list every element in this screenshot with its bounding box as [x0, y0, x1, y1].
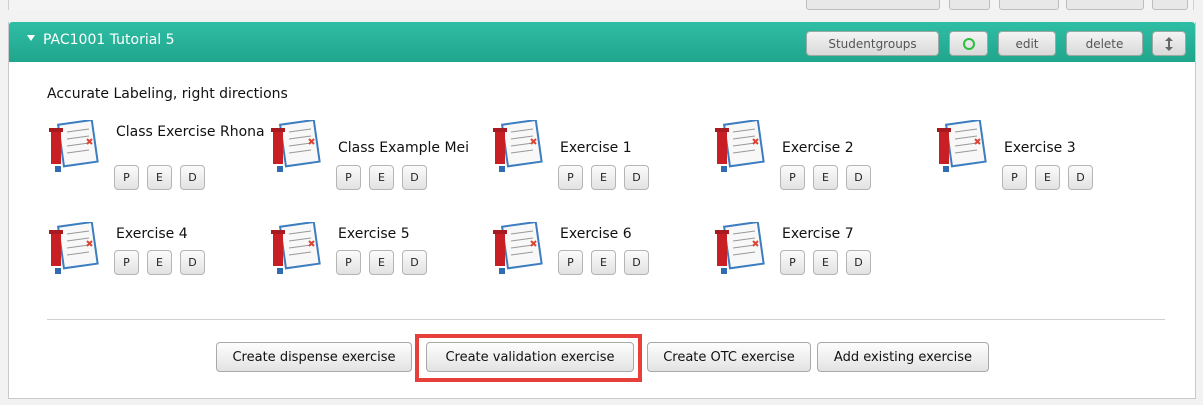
delete-exercise-button[interactable]: D — [402, 250, 427, 275]
highlight-box — [415, 334, 642, 382]
prescription-document-icon — [937, 120, 987, 172]
prescription-document-icon — [271, 120, 321, 172]
panel-title: PAC1001 Tutorial 5 — [43, 32, 175, 48]
preview-button[interactable]: P — [1002, 165, 1027, 190]
exercise-title[interactable]: Exercise 5 — [338, 226, 488, 243]
delete-exercise-button[interactable]: D — [180, 250, 205, 275]
previous-edit-button[interactable] — [999, 0, 1059, 10]
panel-header[interactable]: PAC1001 Tutorial 5 Studentgroups edit de… — [9, 22, 1195, 62]
up-down-arrow-icon — [1165, 36, 1173, 51]
green-circle-icon — [962, 37, 975, 50]
exercise-title[interactable]: Exercise 2 — [782, 140, 932, 157]
exercise-card: Class Exercise Rhona P E D — [49, 112, 269, 192]
edit-exercise-button[interactable]: E — [813, 250, 838, 275]
exercise-card: Exercise 7 P E D — [715, 214, 935, 294]
edit-exercise-button[interactable]: E — [369, 165, 394, 190]
caret-down-icon[interactable] — [27, 35, 35, 41]
add-existing-exercise-button[interactable]: Add existing exercise — [817, 342, 989, 372]
delete-exercise-button[interactable]: D — [624, 250, 649, 275]
delete-exercise-button[interactable]: D — [180, 165, 205, 190]
delete-exercise-button[interactable]: D — [402, 165, 427, 190]
exercise-title[interactable]: Class Example Mei — [338, 140, 488, 157]
delete-exercise-button[interactable]: D — [846, 165, 871, 190]
exercise-title[interactable]: Exercise 1 — [560, 140, 710, 157]
exercise-card: Exercise 5 P E D — [271, 214, 491, 294]
edit-exercise-button[interactable]: E — [591, 250, 616, 275]
edit-exercise-button[interactable]: E — [147, 250, 172, 275]
exercise-card: Exercise 2 P E D — [715, 112, 935, 192]
studentgroups-label: Studentgroups — [828, 36, 917, 51]
create-otc-exercise-button[interactable]: Create OTC exercise — [647, 342, 811, 372]
edit-exercise-button[interactable]: E — [1035, 165, 1060, 190]
edit-exercise-button[interactable]: E — [591, 165, 616, 190]
exercise-title[interactable]: Exercise 6 — [560, 226, 710, 243]
preview-button[interactable]: P — [558, 250, 583, 275]
preview-button[interactable]: P — [336, 250, 361, 275]
exercise-title[interactable]: Exercise 3 — [1004, 140, 1154, 157]
previous-studentgroups-button[interactable] — [806, 0, 940, 10]
prescription-document-icon — [493, 120, 543, 172]
preview-button[interactable]: P — [780, 250, 805, 275]
exercise-card: Exercise 3 P E D — [937, 112, 1157, 192]
edit-exercise-button[interactable]: E — [369, 250, 394, 275]
exercise-card: Exercise 1 P E D — [493, 112, 713, 192]
status-button[interactable] — [949, 31, 988, 56]
edit-exercise-button[interactable]: E — [813, 165, 838, 190]
delete-button[interactable]: delete — [1066, 31, 1143, 56]
delete-exercise-button[interactable]: D — [624, 165, 649, 190]
delete-exercise-button[interactable]: D — [846, 250, 871, 275]
prescription-document-icon — [271, 222, 321, 274]
edit-label: edit — [1015, 36, 1039, 51]
preview-button[interactable]: P — [114, 165, 139, 190]
prescription-document-icon — [49, 120, 99, 172]
exercise-card: Exercise 6 P E D — [493, 214, 713, 294]
prescription-document-icon — [49, 222, 99, 274]
exercise-card: Exercise 4 P E D — [49, 214, 269, 294]
divider — [47, 319, 1165, 320]
preview-button[interactable]: P — [336, 165, 361, 190]
panel-title-group[interactable]: PAC1001 Tutorial 5 — [27, 32, 175, 48]
prescription-document-icon — [715, 120, 765, 172]
exercise-title[interactable]: Class Exercise Rhona — [116, 124, 266, 141]
edit-exercise-button[interactable]: E — [147, 165, 172, 190]
studentgroups-button[interactable]: Studentgroups — [806, 31, 939, 56]
previous-reorder-button[interactable] — [1152, 0, 1188, 10]
previous-panel-edge — [8, 0, 1194, 10]
preview-button[interactable]: P — [114, 250, 139, 275]
previous-delete-button[interactable] — [1066, 0, 1144, 10]
create-dispense-exercise-button[interactable]: Create dispense exercise — [216, 342, 412, 372]
exercise-card: Class Example Mei P E D — [271, 112, 491, 192]
preview-button[interactable]: P — [558, 165, 583, 190]
edit-button[interactable]: edit — [998, 31, 1056, 56]
exercise-title[interactable]: Exercise 7 — [782, 226, 932, 243]
exercise-title[interactable]: Exercise 4 — [116, 226, 266, 243]
delete-exercise-button[interactable]: D — [1068, 165, 1093, 190]
panel-description: Accurate Labeling, right directions — [47, 86, 288, 102]
prescription-document-icon — [715, 222, 765, 274]
preview-button[interactable]: P — [780, 165, 805, 190]
previous-status-button[interactable] — [949, 0, 990, 10]
delete-label: delete — [1085, 36, 1124, 51]
prescription-document-icon — [493, 222, 543, 274]
reorder-button[interactable] — [1152, 31, 1186, 56]
